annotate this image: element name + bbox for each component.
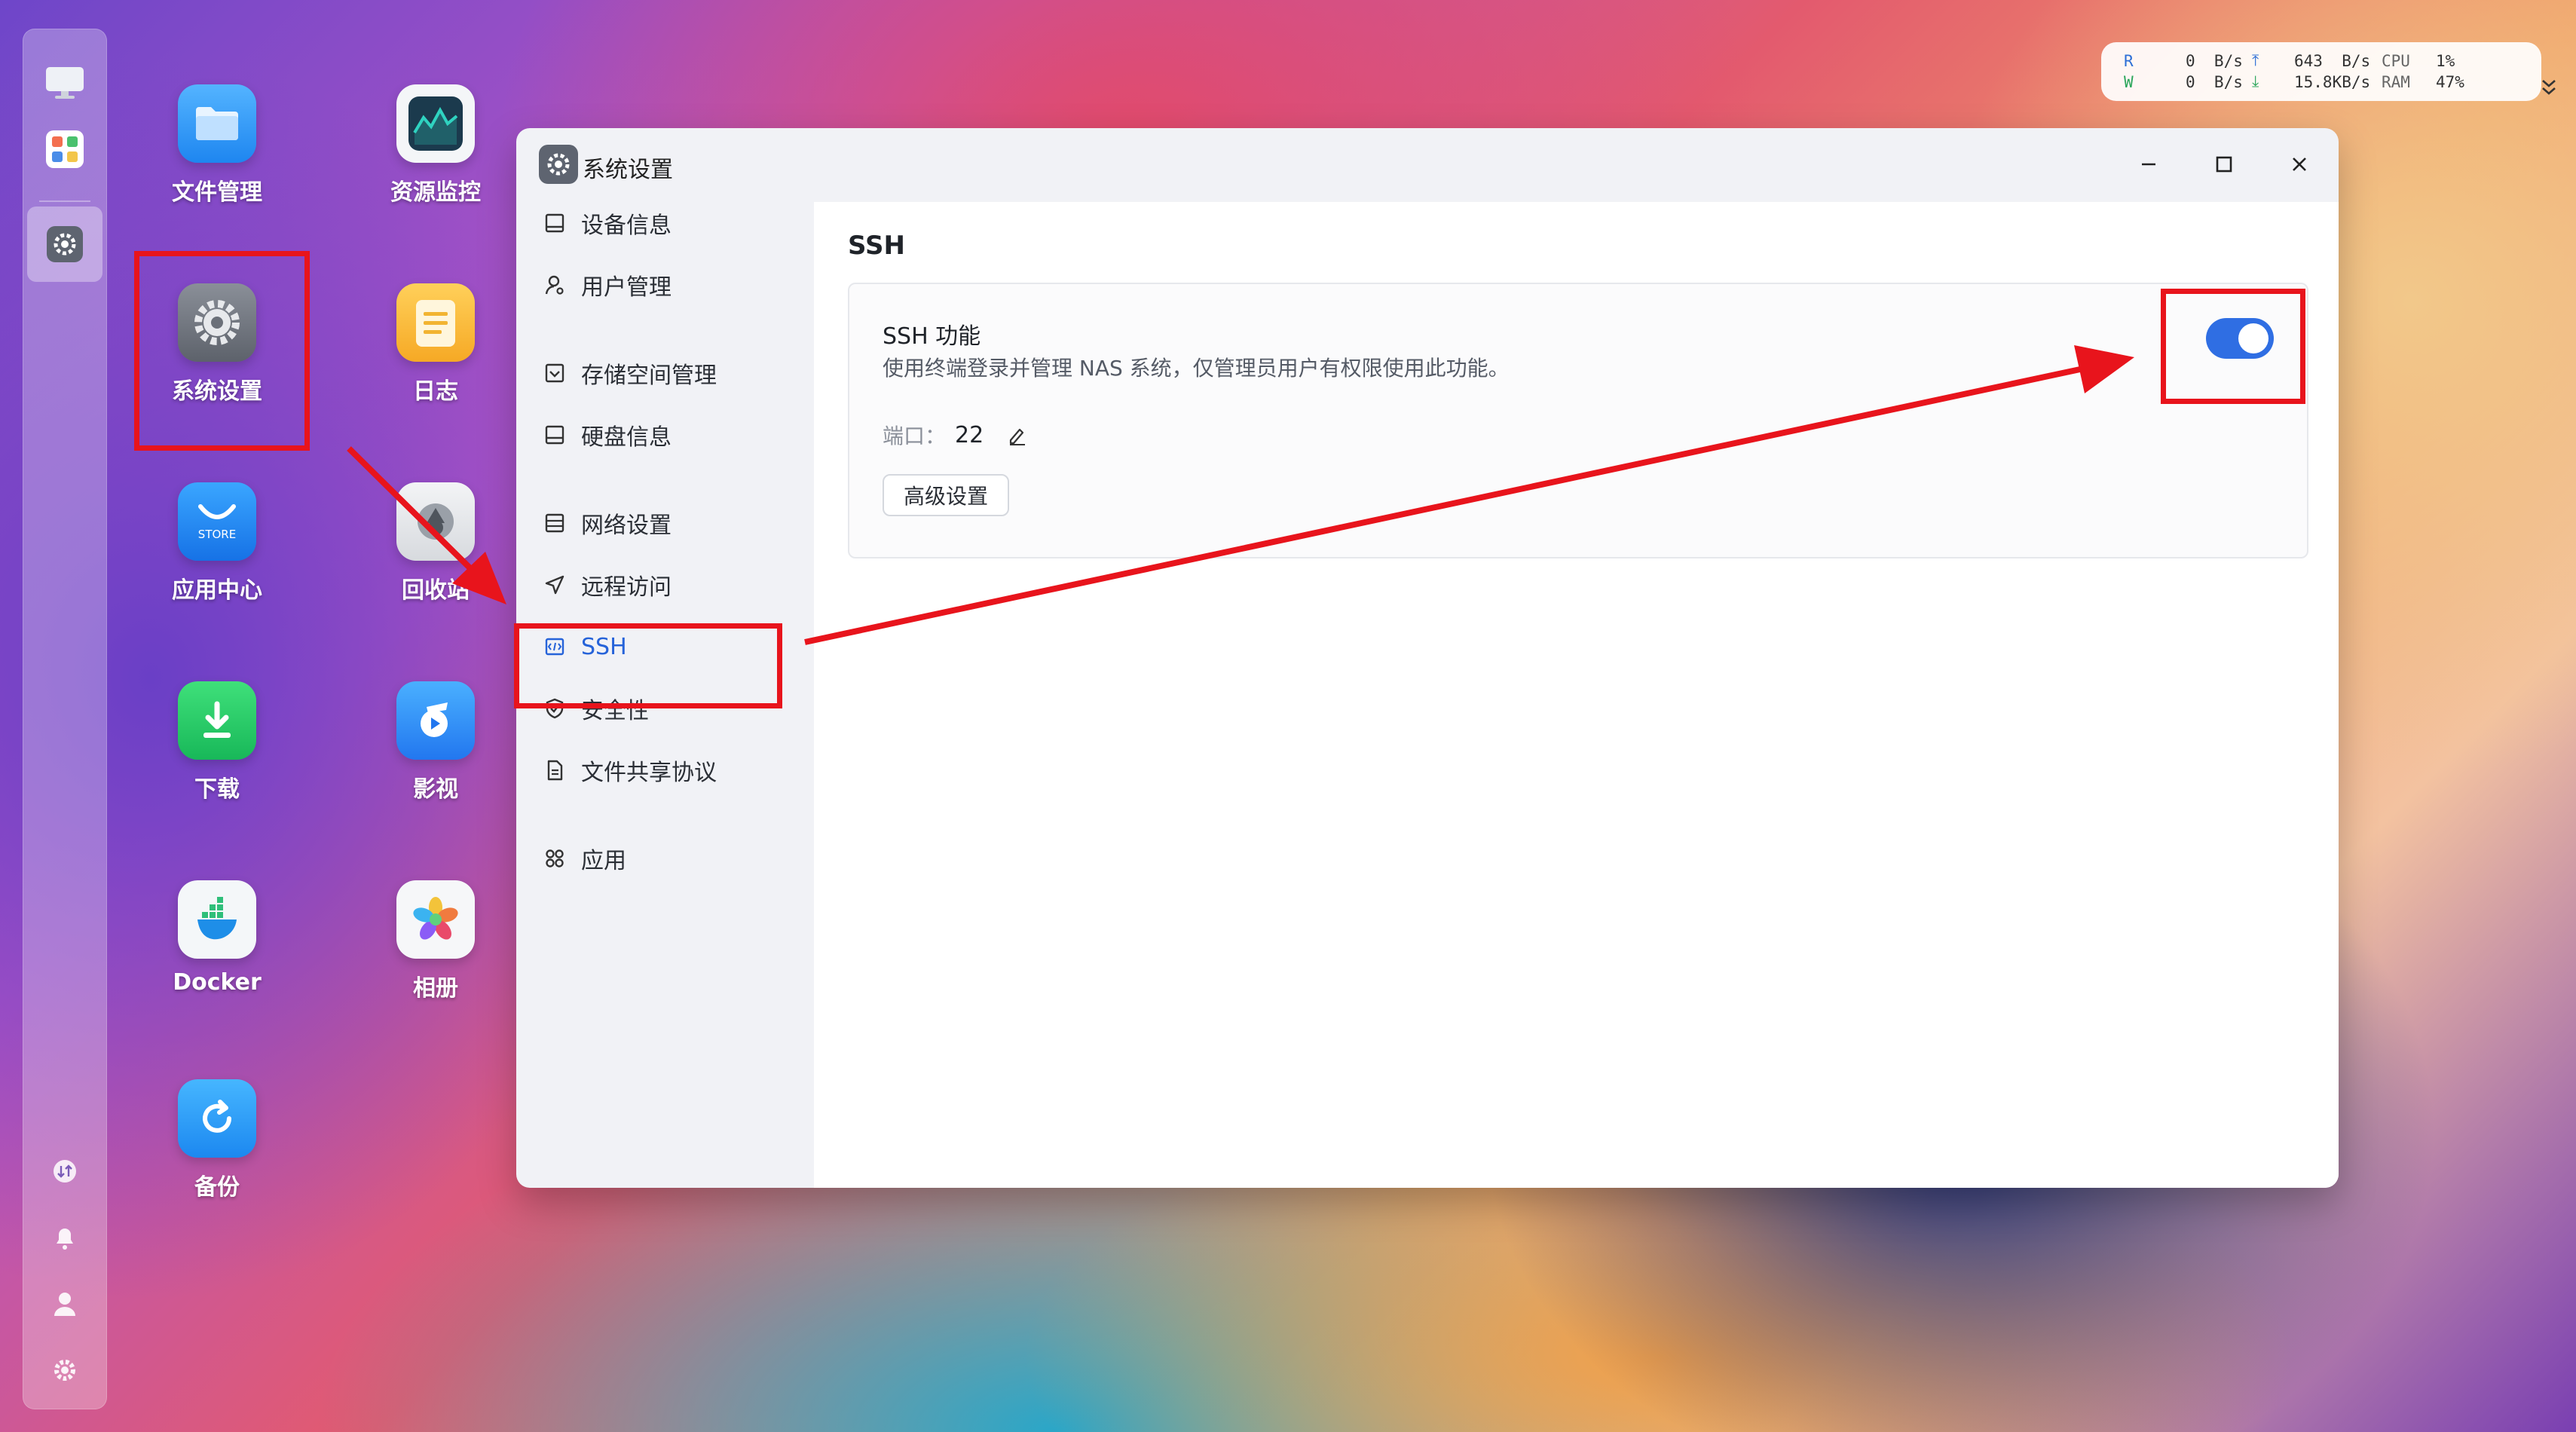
- nav-item-label: 网络设置: [581, 513, 672, 539]
- close-icon[interactable]: [2280, 145, 2319, 184]
- maximize-icon[interactable]: [2204, 145, 2244, 184]
- video-play-icon: [396, 681, 475, 760]
- ssh-feature-description: 使用终端登录并管理 NAS 系统，仅管理员用户有权限使用此功能。: [883, 356, 1510, 381]
- read-label: R: [2124, 52, 2134, 70]
- highlight-box-ssh-nav: [514, 623, 782, 708]
- port-label: 端口：: [883, 424, 947, 448]
- monitor-icon: [542, 210, 568, 236]
- dock-divider: [39, 200, 90, 202]
- trash-icon: [396, 482, 475, 561]
- nav-item-disk-info[interactable]: 硬盘信息: [542, 412, 791, 457]
- desktop-app-label: 影视: [413, 776, 458, 803]
- desktop-app-resource-monitor[interactable]: 资源监控: [349, 84, 522, 207]
- desktop-app-label: 应用中心: [172, 577, 262, 604]
- backup-sync-icon: [178, 1079, 256, 1158]
- ram-label: RAM: [2382, 73, 2410, 91]
- nav-item-apps[interactable]: 应用: [542, 836, 791, 881]
- user-icon: [542, 272, 568, 298]
- desktop-app-photos[interactable]: 相册: [349, 880, 522, 1002]
- network-icon: [542, 510, 568, 536]
- desktop-app-docker[interactable]: Docker: [130, 880, 304, 996]
- nav-item-user-management[interactable]: 用户管理: [542, 262, 791, 308]
- monitor-chart-icon: [396, 84, 475, 163]
- file-icon: [542, 757, 568, 783]
- nav-item-remote-access[interactable]: 远程访问: [542, 562, 791, 607]
- read-speed: 0 B/s: [2186, 52, 2243, 70]
- desktop-app-label: 相册: [413, 975, 458, 1002]
- desktop-app-recycle-bin[interactable]: 回收站: [349, 482, 522, 604]
- settings-running-icon[interactable]: [27, 207, 102, 282]
- store-badge-text: STORE: [197, 528, 237, 541]
- apps-icon: [542, 846, 568, 871]
- desktop-app-label: 回收站: [402, 577, 470, 604]
- upload-speed: 643 B/s: [2294, 52, 2371, 70]
- highlight-box-system-settings: [134, 251, 310, 451]
- docker-icon: [178, 880, 256, 959]
- port-row: 端口： 22: [883, 420, 1029, 450]
- transfer-icon[interactable]: [42, 1149, 87, 1194]
- folder-icon: [178, 84, 256, 163]
- desktop-icon[interactable]: [42, 60, 87, 106]
- ssh-feature-title: SSH 功能: [883, 323, 981, 350]
- store-icon: STORE: [178, 482, 256, 561]
- chevron-down-icon[interactable]: [2501, 59, 2559, 120]
- download-icon: [178, 681, 256, 760]
- desktop-app-store[interactable]: STORE 应用中心: [130, 482, 304, 604]
- desktop-app-label: 资源监控: [390, 179, 481, 206]
- minimize-icon[interactable]: [2129, 145, 2168, 184]
- disk-icon: [542, 422, 568, 448]
- send-icon: [542, 572, 568, 598]
- desktop-app-label: 下载: [194, 776, 240, 803]
- cpu-value: 1%: [2436, 52, 2455, 70]
- cpu-label: CPU: [2382, 52, 2410, 70]
- highlight-box-ssh-toggle: [2161, 289, 2305, 404]
- download-arrow-icon: ⤓: [2252, 72, 2259, 90]
- system-status-widget[interactable]: R W 0 B/s 0 B/s ⤒ ⤓ 643 B/s 15.8KB/s CPU…: [2101, 42, 2556, 101]
- nav-item-file-sharing[interactable]: 文件共享协议: [542, 748, 791, 793]
- desktop-app-label: 日志: [413, 378, 458, 405]
- desktop-app-label: 备份: [194, 1174, 240, 1201]
- write-speed: 0 B/s: [2186, 73, 2243, 91]
- app-grid-icon[interactable]: [42, 127, 87, 172]
- advanced-settings-button[interactable]: 高级设置: [883, 474, 1010, 516]
- settings-app-icon: [539, 145, 578, 184]
- nav-item-label: 文件共享协议: [581, 760, 717, 786]
- nav-item-label: 硬盘信息: [581, 424, 672, 451]
- desktop-app-file-manager[interactable]: 文件管理: [130, 84, 304, 207]
- storage-icon: [542, 360, 568, 386]
- desktop-app-download[interactable]: 下载: [130, 681, 304, 803]
- nav-item-storage-management[interactable]: 存储空间管理: [542, 350, 791, 396]
- edit-pencil-icon[interactable]: [1006, 424, 1029, 446]
- nav-item-label: 远程访问: [581, 574, 672, 601]
- ram-value: 47%: [2436, 73, 2464, 91]
- desktop-app-log[interactable]: 日志: [349, 283, 522, 405]
- nav-item-label: 存储空间管理: [581, 363, 717, 389]
- desktop-app-video[interactable]: 影视: [349, 681, 522, 803]
- settings-content: SSH SSH 功能 使用终端登录并管理 NAS 系统，仅管理员用户有权限使用此…: [814, 202, 2339, 1188]
- nav-item-label: 设备信息: [581, 213, 672, 239]
- port-value: 22: [955, 421, 984, 448]
- page-title: SSH: [848, 231, 905, 261]
- desktop-app-label: 文件管理: [172, 179, 262, 206]
- nav-item-label: 用户管理: [581, 274, 672, 301]
- notepad-icon: [396, 283, 475, 362]
- system-settings-window: 系统设置 设备信息 用户管理 存储空间管理 硬盘信息 网络设置 远程访问 SSH…: [516, 128, 2339, 1188]
- download-speed: 15.8KB/s: [2294, 73, 2371, 91]
- nav-item-label: 应用: [581, 848, 626, 874]
- user-icon[interactable]: [42, 1281, 87, 1326]
- upload-arrow-icon: ⤒: [2252, 51, 2259, 69]
- dock: [23, 29, 107, 1409]
- window-title: 系统设置: [583, 157, 673, 183]
- gear-icon[interactable]: [42, 1348, 87, 1393]
- bell-icon[interactable]: [42, 1215, 87, 1260]
- desktop-app-backup[interactable]: 备份: [130, 1079, 304, 1201]
- photos-flower-icon: [396, 880, 475, 959]
- ssh-settings-card: SSH 功能 使用终端登录并管理 NAS 系统，仅管理员用户有权限使用此功能。 …: [848, 283, 2308, 558]
- nav-item-network-settings[interactable]: 网络设置: [542, 500, 791, 546]
- nav-item-device-info[interactable]: 设备信息: [542, 200, 791, 246]
- write-label: W: [2124, 73, 2134, 91]
- desktop-app-label: Docker: [173, 969, 262, 996]
